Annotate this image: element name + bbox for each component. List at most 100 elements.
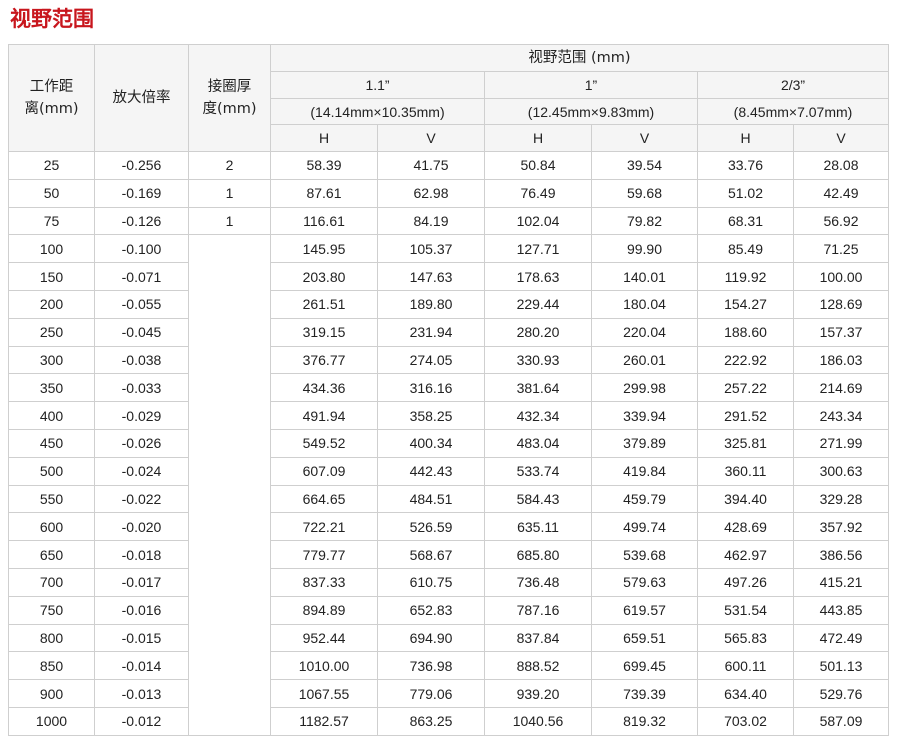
- table-body: 25 -0.256 2 58.39 41.75 50.84 39.54 33.76 28.08 5…: [8, 151, 889, 736]
- cell-v-2-3in: 71.25: [793, 234, 889, 264]
- cell-h-1-1in: 434.36: [270, 373, 378, 403]
- cell-v-1in: 379.89: [591, 428, 698, 458]
- cell-v-2-3in: 271.99: [793, 428, 889, 458]
- cell-magnification: -0.126: [94, 206, 189, 236]
- cell-ring-thickness: 1: [188, 178, 271, 208]
- cell-working-distance: 850: [8, 651, 95, 681]
- cell-h-1-1in: 664.65: [270, 484, 378, 514]
- cell-h-2-3in: 68.31: [697, 206, 794, 236]
- cell-magnification: -0.169: [94, 178, 189, 208]
- cell-v-1in: 419.84: [591, 456, 698, 486]
- cell-h-2-3in: 119.92: [697, 262, 794, 291]
- cell-working-distance: 350: [8, 373, 95, 403]
- cell-h-1in: 178.63: [484, 262, 592, 291]
- cell-h-1-1in: 58.39: [270, 151, 378, 180]
- table-row: 150 -0.071 203.80 147.63 178.63 140.01 119.92 1…: [8, 262, 889, 291]
- cell-working-distance: 25: [8, 151, 95, 180]
- cell-magnification: -0.256: [94, 151, 189, 180]
- cell-v-1in: 339.94: [591, 401, 698, 430]
- table-row: 1000 -0.012 1182.57 863.25 1040.56 819.32 703.…: [8, 706, 889, 736]
- cell-v-1-1in: 568.67: [377, 540, 485, 569]
- cell-v-1in: 59.68: [591, 178, 698, 208]
- table-row: 250 -0.045 319.15 231.94 280.20 220.04 188.60 1…: [8, 317, 889, 347]
- cell-v-1-1in: 779.06: [377, 679, 485, 708]
- cell-v-2-3in: 386.56: [793, 540, 889, 569]
- table-row: 600 -0.020 722.21 526.59 635.11 499.74 428.69 3…: [8, 512, 889, 542]
- cell-h-2-3in: 257.22: [697, 373, 794, 403]
- header-sensor-size: (14.14mm×10.35mm): [270, 98, 485, 125]
- header-sensor-size: (8.45mm×7.07mm): [697, 98, 889, 125]
- cell-working-distance: 500: [8, 456, 95, 486]
- cell-v-1-1in: 652.83: [377, 595, 485, 625]
- header-h: H: [697, 124, 794, 152]
- cell-magnification: -0.045: [94, 317, 189, 347]
- cell-working-distance: 900: [8, 679, 95, 708]
- cell-h-1-1in: 261.51: [270, 289, 378, 319]
- table-row: 550 -0.022 664.65 484.51 584.43 459.79 394.40 3…: [8, 484, 889, 514]
- cell-working-distance: 50: [8, 178, 95, 208]
- cell-ring-thickness: 2: [188, 151, 271, 180]
- cell-h-2-3in: 360.11: [697, 456, 794, 486]
- cell-v-1in: 499.74: [591, 512, 698, 542]
- cell-h-1-1in: 1067.55: [270, 679, 378, 708]
- cell-h-1in: 888.52: [484, 651, 592, 681]
- cell-v-2-3in: 300.63: [793, 456, 889, 486]
- table-row: 350 -0.033 434.36 316.16 381.64 299.98 257.22 2…: [8, 373, 889, 403]
- header-magnification: 放大倍率: [94, 44, 189, 152]
- cell-v-1-1in: 231.94: [377, 317, 485, 347]
- header-h: H: [484, 124, 592, 152]
- cell-v-1-1in: 694.90: [377, 623, 485, 653]
- page-title: 视野范围: [10, 7, 94, 31]
- cell-working-distance: 250: [8, 317, 95, 347]
- cell-h-1in: 102.04: [484, 206, 592, 236]
- cell-working-distance: 550: [8, 484, 95, 514]
- table-row: 750 -0.016 894.89 652.83 787.16 619.57 531.54 4…: [8, 595, 889, 625]
- table-row: 650 -0.018 779.77 568.67 685.80 539.68 462.97 3…: [8, 540, 889, 569]
- cell-h-1in: 483.04: [484, 428, 592, 458]
- cell-h-1in: 76.49: [484, 178, 592, 208]
- cell-h-2-3in: 428.69: [697, 512, 794, 542]
- cell-v-1in: 579.63: [591, 567, 698, 597]
- cell-magnification: -0.024: [94, 456, 189, 486]
- cell-v-1-1in: 610.75: [377, 567, 485, 597]
- cell-h-2-3in: 188.60: [697, 317, 794, 347]
- table-row: 400 -0.029 491.94 358.25 432.34 339.94 291.52 2…: [8, 401, 889, 430]
- header-sensor-name: 2/3”: [697, 71, 889, 99]
- header-v: V: [377, 124, 485, 152]
- cell-v-2-3in: 42.49: [793, 178, 889, 208]
- cell-v-1in: 819.32: [591, 706, 698, 736]
- cell-v-1in: 299.98: [591, 373, 698, 403]
- cell-magnification: -0.033: [94, 373, 189, 403]
- header-fov: 视野范围 (mm): [270, 44, 889, 72]
- cell-working-distance: 750: [8, 595, 95, 625]
- cell-magnification: -0.020: [94, 512, 189, 542]
- header-sensor-name: 1.1”: [270, 71, 485, 99]
- table-row: 800 -0.015 952.44 694.90 837.84 659.51 565.83 4…: [8, 623, 889, 653]
- cell-h-1-1in: 491.94: [270, 401, 378, 430]
- cell-v-1in: 459.79: [591, 484, 698, 514]
- cell-v-1-1in: 863.25: [377, 706, 485, 736]
- cell-h-1in: 330.93: [484, 345, 592, 375]
- cell-v-2-3in: 415.21: [793, 567, 889, 597]
- cell-v-2-3in: 128.69: [793, 289, 889, 319]
- cell-magnification: -0.029: [94, 401, 189, 430]
- cell-h-2-3in: 222.92: [697, 345, 794, 375]
- cell-working-distance: 75: [8, 206, 95, 236]
- cell-h-2-3in: 462.97: [697, 540, 794, 569]
- cell-h-2-3in: 33.76: [697, 151, 794, 180]
- cell-working-distance: 400: [8, 401, 95, 430]
- header-ring-thickness: 接圈厚 度(mm): [188, 44, 271, 152]
- table-row: 450 -0.026 549.52 400.34 483.04 379.89 325.81 2…: [8, 428, 889, 458]
- cell-v-1in: 39.54: [591, 151, 698, 180]
- cell-magnification: -0.071: [94, 262, 189, 291]
- cell-h-1-1in: 837.33: [270, 567, 378, 597]
- cell-v-1-1in: 442.43: [377, 456, 485, 486]
- cell-v-1-1in: 274.05: [377, 345, 485, 375]
- cell-working-distance: 150: [8, 262, 95, 291]
- fov-table: 工作距 离(mm) 放大倍率 接圈厚 度(mm) 视野范围 (mm) 1.1” …: [8, 44, 889, 736]
- cell-magnification: -0.013: [94, 679, 189, 708]
- cell-h-2-3in: 600.11: [697, 651, 794, 681]
- cell-v-2-3in: 28.08: [793, 151, 889, 180]
- cell-ring-thickness-empty: [188, 234, 271, 736]
- cell-h-2-3in: 154.27: [697, 289, 794, 319]
